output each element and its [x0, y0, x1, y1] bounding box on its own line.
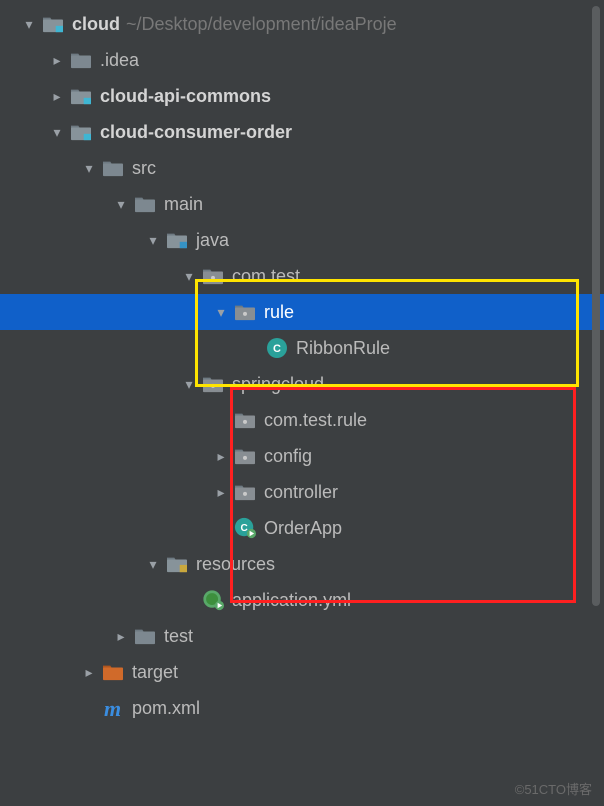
chevron-right-icon[interactable]: ▸ — [78, 664, 100, 681]
chevron-down-icon[interactable]: ▾ — [46, 124, 68, 141]
tree-row-cloud-api-commons[interactable]: ▸ cloud-api-commons — [0, 78, 604, 114]
resources-icon — [164, 553, 190, 575]
package-icon — [232, 409, 258, 431]
tree-row-application-yml[interactable]: ▸application.yml — [0, 582, 604, 618]
module-icon — [40, 13, 66, 35]
tree-item-label: com.test.rule — [264, 410, 367, 431]
chevron-down-icon[interactable]: ▾ — [142, 556, 164, 573]
chevron-down-icon[interactable]: ▾ — [142, 232, 164, 249]
svg-text:m: m — [104, 697, 121, 719]
svg-text:C: C — [273, 343, 281, 355]
tree-row-java[interactable]: ▾ java — [0, 222, 604, 258]
chevron-down-icon[interactable]: ▾ — [210, 304, 232, 321]
tree-row-test[interactable]: ▸ test — [0, 618, 604, 654]
tree-row-target[interactable]: ▸ target — [0, 654, 604, 690]
tree-row-ribbonrule[interactable]: ▸CRibbonRule — [0, 330, 604, 366]
tree-item-label: rule — [264, 302, 294, 323]
tree-item-label: pom.xml — [132, 698, 200, 719]
package-icon — [200, 265, 226, 287]
tree-item-label: RibbonRule — [296, 338, 390, 359]
tree-item-label: test — [164, 626, 193, 647]
chevron-right-icon[interactable]: ▸ — [210, 448, 232, 465]
tree-item-label: springcloud — [232, 374, 324, 395]
class-run-icon: C — [232, 517, 258, 539]
tree-row-src[interactable]: ▾ src — [0, 150, 604, 186]
tree-row-resources[interactable]: ▾ resources — [0, 546, 604, 582]
folder-icon — [132, 193, 158, 215]
path-hint: ~/Desktop/development/ideaProje — [126, 14, 397, 35]
watermark: ©51CTO博客 — [515, 779, 592, 798]
tree-item-label: cloud — [72, 14, 120, 35]
tree-item-label: application.yml — [232, 590, 351, 611]
tree-item-label: cloud-api-commons — [100, 86, 271, 107]
tree-row-orderapp[interactable]: ▸COrderApp — [0, 510, 604, 546]
tree-row-main[interactable]: ▾ main — [0, 186, 604, 222]
target-icon — [100, 661, 126, 683]
package-icon — [232, 301, 258, 323]
tree-item-label: OrderApp — [264, 518, 342, 539]
module-icon — [68, 121, 94, 143]
tree-row-rule[interactable]: ▾ rule — [0, 294, 604, 330]
source-icon — [164, 229, 190, 251]
tree-row-cloud[interactable]: ▾ cloud ~/Desktop/development/ideaProje — [0, 6, 604, 42]
chevron-down-icon[interactable]: ▾ — [78, 160, 100, 177]
chevron-down-icon[interactable]: ▾ — [18, 16, 40, 33]
package-icon — [200, 373, 226, 395]
tree-item-label: src — [132, 158, 156, 179]
folder-icon — [132, 625, 158, 647]
folder-icon — [68, 49, 94, 71]
chevron-down-icon[interactable]: ▾ — [178, 268, 200, 285]
tree-row--idea[interactable]: ▸ .idea — [0, 42, 604, 78]
tree-row-com-test-rule[interactable]: ▸com.test.rule — [0, 402, 604, 438]
tree-row-cloud-consumer-order[interactable]: ▾ cloud-consumer-order — [0, 114, 604, 150]
tree-item-label: .idea — [100, 50, 139, 71]
chevron-right-icon[interactable]: ▸ — [210, 484, 232, 501]
tree-row-controller[interactable]: ▸ controller — [0, 474, 604, 510]
tree-row-config[interactable]: ▸ config — [0, 438, 604, 474]
tree-item-label: resources — [196, 554, 275, 575]
tree-item-label: config — [264, 446, 312, 467]
package-icon — [232, 445, 258, 467]
tree-item-label: controller — [264, 482, 338, 503]
folder-icon — [100, 157, 126, 179]
class-icon: C — [264, 337, 290, 359]
scrollbar[interactable] — [592, 6, 600, 606]
tree-row-pom-xml[interactable]: ▸mpom.xml — [0, 690, 604, 726]
chevron-down-icon[interactable]: ▾ — [178, 376, 200, 393]
tree-row-com-test[interactable]: ▾ com.test — [0, 258, 604, 294]
chevron-right-icon[interactable]: ▸ — [46, 88, 68, 105]
chevron-down-icon[interactable]: ▾ — [110, 196, 132, 213]
tree-item-label: target — [132, 662, 178, 683]
tree-item-label: main — [164, 194, 203, 215]
package-icon — [232, 481, 258, 503]
chevron-right-icon[interactable]: ▸ — [110, 628, 132, 645]
project-tree: ▾ cloud ~/Desktop/development/ideaProje ▸ .i… — [0, 0, 604, 726]
maven-icon: m — [100, 697, 126, 719]
yml-icon — [200, 589, 226, 611]
module-icon — [68, 85, 94, 107]
tree-item-label: java — [196, 230, 229, 251]
svg-text:C: C — [240, 523, 247, 534]
tree-item-label: cloud-consumer-order — [100, 122, 292, 143]
chevron-right-icon[interactable]: ▸ — [46, 52, 68, 69]
tree-item-label: com.test — [232, 266, 300, 287]
tree-row-springcloud[interactable]: ▾ springcloud — [0, 366, 604, 402]
